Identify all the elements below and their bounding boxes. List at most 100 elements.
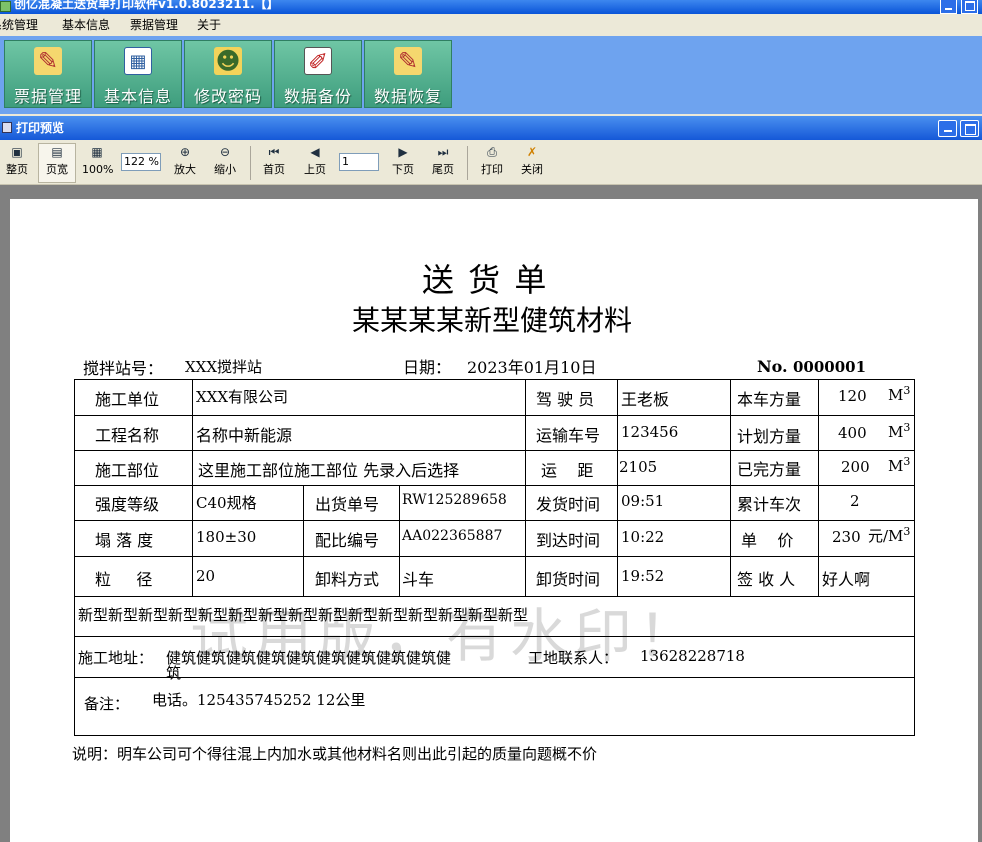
- last-page-icon: ⏭: [437, 145, 449, 159]
- preview-viewport[interactable]: 试用版，有水印！ 送 货 单 某某某某新型健筑材料 搅拌站号： XXX搅拌站 日…: [0, 185, 982, 842]
- row-divider: [74, 596, 915, 597]
- col-divider: [617, 379, 618, 596]
- users-icon: ☻: [214, 47, 242, 75]
- arrive-time-value: 10:22: [621, 528, 665, 546]
- trips-label: 累计车次: [737, 495, 802, 514]
- zoom-in-button[interactable]: ⊕ 放大: [170, 144, 200, 182]
- mix-number-label: 配比编号: [315, 531, 380, 550]
- planned-volume-value: 400: [838, 424, 867, 442]
- address-value-line1: 健筑健筑健筑健筑健筑健筑健筑健筑健筑健: [166, 649, 452, 667]
- notepad-restore-icon: ✎: [394, 47, 422, 75]
- completed-volume-label: 已完方量: [737, 460, 802, 479]
- page-width-button[interactable]: ▤ 页宽: [38, 143, 76, 183]
- zoom-in-icon: ⊕: [179, 145, 191, 159]
- station-label: 搅拌站号：: [83, 359, 164, 378]
- app-title-bar: 创亿混凝土送货单打印软件v1.0.8023211.【】: [0, 0, 982, 14]
- preview-maximize-button[interactable]: [960, 120, 979, 137]
- truck-number-label: 运输车号: [536, 426, 601, 445]
- note-value: 电话。125435745252 12公里: [152, 691, 366, 709]
- company-name: 某某某某新型健筑材料: [352, 304, 633, 337]
- zoom-input[interactable]: 122 %: [121, 153, 161, 171]
- actual-size-icon: ▦: [91, 145, 103, 159]
- construction-part-value: 这里施工部位施工部位 先录入后选择: [198, 461, 460, 480]
- zoom-out-icon: ⊖: [219, 145, 231, 159]
- driver-label: 驾 驶 员: [536, 390, 595, 409]
- date-value: 2023年01月10日: [467, 358, 597, 377]
- print-preview-title: 打印预览: [16, 121, 65, 135]
- printer-icon: [2, 122, 12, 133]
- menu-basic-info[interactable]: 基本信息: [62, 14, 110, 36]
- unload-method-value: 斗车: [402, 570, 435, 589]
- app-icon: [0, 1, 11, 12]
- zoom-out-button[interactable]: ⊖ 缩小: [210, 144, 240, 182]
- close-icon: ✗: [526, 145, 538, 159]
- table-border: [74, 735, 915, 736]
- station-value: XXX搅拌站: [185, 358, 263, 376]
- this-volume-label: 本车方量: [737, 390, 802, 409]
- note-label: 备注：: [84, 695, 130, 713]
- row-divider: [74, 636, 915, 637]
- row-divider: [74, 556, 915, 557]
- change-password-button[interactable]: ☻ 修改密码: [184, 40, 272, 108]
- row-divider: [74, 677, 915, 678]
- strength-value: C40规格: [196, 494, 257, 512]
- address-value-line2: 筑: [166, 664, 182, 682]
- table-border: [74, 379, 75, 736]
- row-divider: [74, 450, 915, 451]
- close-button[interactable]: ✗ 关闭: [517, 144, 547, 182]
- ship-time-label: 发货时间: [536, 495, 601, 514]
- last-page-button[interactable]: ⏭ 尾页: [428, 144, 458, 182]
- slump-value: 180±30: [196, 528, 257, 546]
- menu-receipts[interactable]: 票据管理: [130, 14, 178, 36]
- print-preview-toolbar: ▣ 整页 ▤ 页宽 ▦ 100% 122 % ⊕ 放大 ⊖ 缩小 ⏮ 首页 ◀ …: [0, 140, 982, 185]
- volume-unit: M3: [888, 421, 911, 441]
- whole-page-button[interactable]: ▣ 整页: [2, 144, 32, 182]
- pencil-book-icon: ✐: [304, 47, 332, 76]
- print-button[interactable]: ⎙ 打印: [477, 144, 507, 182]
- price-unit: 元/M3: [868, 525, 911, 545]
- maximize-button[interactable]: [961, 0, 978, 14]
- table-border: [74, 379, 915, 380]
- next-page-button[interactable]: ▶ 下页: [388, 144, 418, 182]
- preview-minimize-button[interactable]: [938, 120, 957, 137]
- notepad-pencil-icon: ✎: [34, 47, 62, 75]
- printer-icon: ⎙: [487, 145, 497, 159]
- calendar-grid-icon: ▦: [124, 47, 152, 75]
- data-restore-button[interactable]: ✎ 数据恢复: [364, 40, 452, 108]
- menu-system[interactable]: 系统管理: [0, 14, 38, 36]
- first-page-button[interactable]: ⏮ 首页: [259, 144, 289, 182]
- data-backup-button[interactable]: ✐ 数据备份: [274, 40, 362, 108]
- unit-price-value: 230: [832, 528, 861, 546]
- footer-disclaimer: 说明：明车公司可个得往混上内加水或其他材料名则出此引起的质量向题概不价: [72, 745, 598, 763]
- ship-time-value: 09:51: [621, 492, 665, 510]
- construction-unit-label: 施工单位: [95, 390, 160, 409]
- next-page-icon: ▶: [398, 145, 408, 159]
- minimize-button[interactable]: [940, 0, 957, 14]
- row-divider: [74, 520, 915, 521]
- first-page-icon: ⏮: [268, 145, 280, 159]
- number-label: No.: [757, 357, 788, 376]
- col-divider: [303, 485, 304, 596]
- previous-page-button[interactable]: ◀ 上页: [300, 144, 330, 182]
- driver-value: 王老板: [621, 390, 670, 409]
- row-divider: [74, 485, 915, 486]
- construction-unit-value: XXX有限公司: [196, 388, 289, 406]
- date-label: 日期：: [403, 358, 452, 377]
- page-number-input[interactable]: 1: [339, 153, 379, 171]
- receiver-label: 签 收 人: [737, 570, 796, 589]
- menu-about[interactable]: 关于: [197, 14, 221, 36]
- receipt-management-button[interactable]: ✎ 票据管理: [4, 40, 92, 108]
- completed-volume-value: 200: [841, 458, 870, 476]
- arrive-time-label: 到达时间: [536, 531, 601, 550]
- basic-info-button[interactable]: ▦ 基本信息: [94, 40, 182, 108]
- col-divider: [730, 379, 731, 596]
- unload-method-label: 卸料方式: [315, 570, 380, 589]
- planned-volume-label: 计划方量: [737, 427, 802, 446]
- construction-part-label: 施工部位: [95, 461, 160, 480]
- toolbar-separator: [250, 146, 251, 180]
- zoom-100-button[interactable]: ▦ 100%: [82, 144, 113, 182]
- particle-size-label: 粒 径: [95, 570, 153, 589]
- project-name-value: 名称中新能源: [196, 426, 293, 445]
- unload-time-value: 19:52: [621, 567, 665, 585]
- app-title: 创亿混凝土送货单打印软件v1.0.8023211.【】: [14, 0, 279, 11]
